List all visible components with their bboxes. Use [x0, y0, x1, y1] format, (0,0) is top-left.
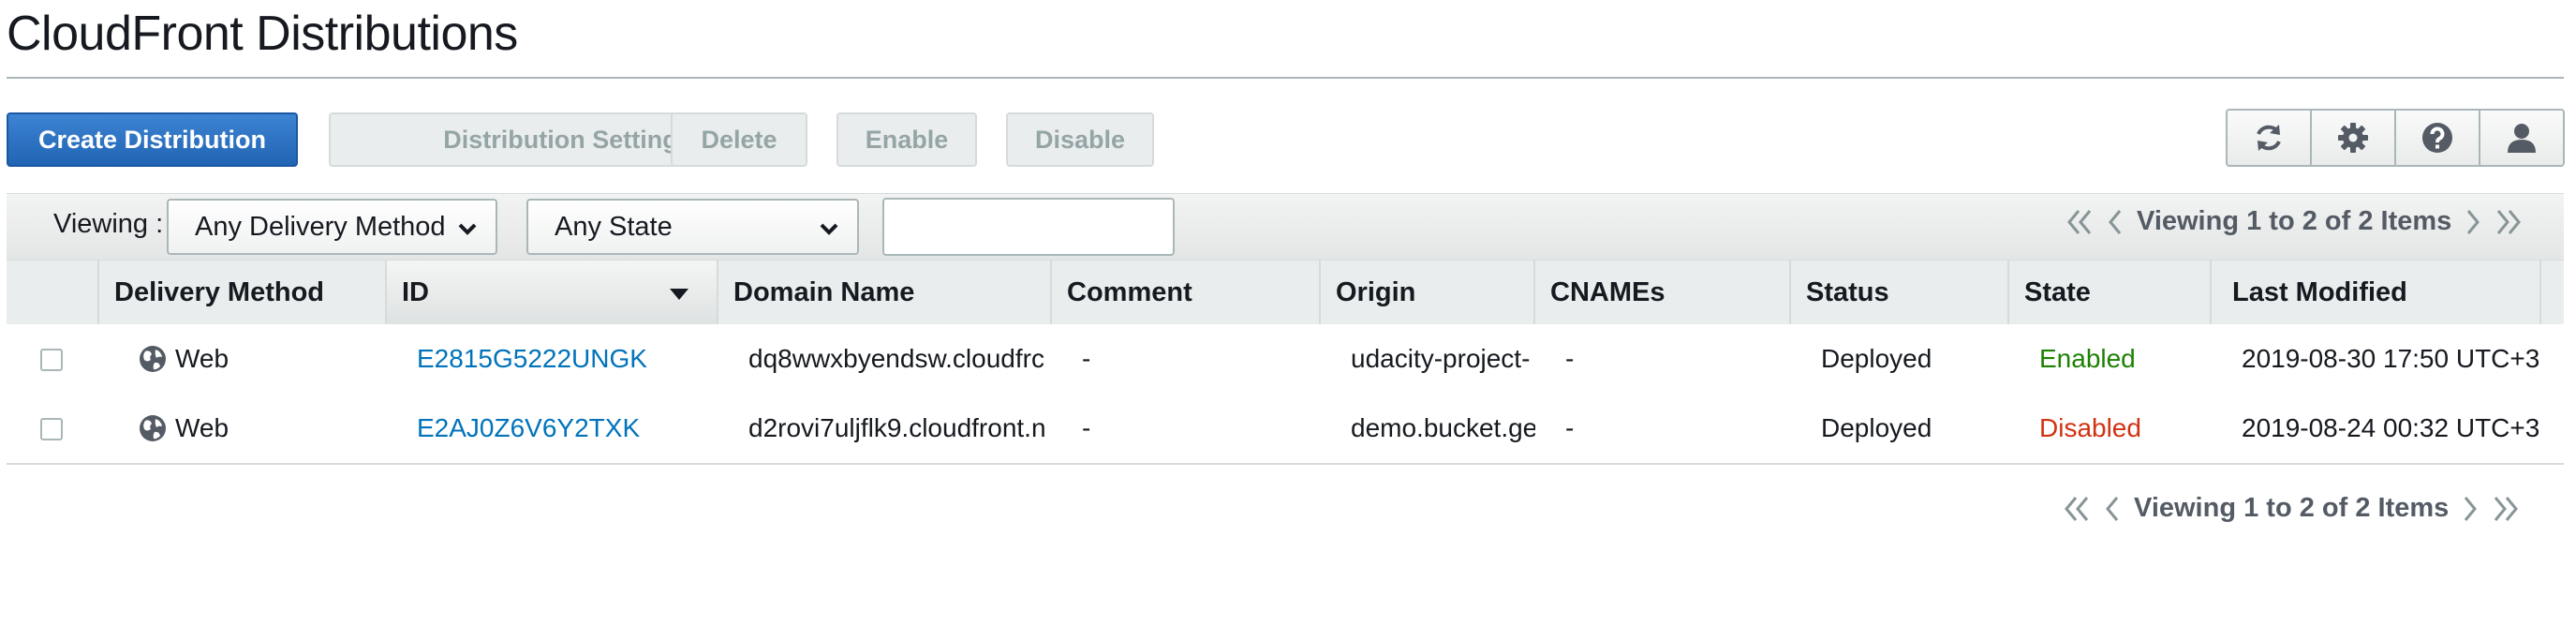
comment-cell: -: [1082, 344, 1091, 373]
state-cell: Enabled: [2039, 344, 2136, 373]
gear-icon: [2338, 123, 2368, 153]
filter-bar: Viewing : Any Delivery Method Any State …: [7, 193, 2564, 260]
search-input[interactable]: [882, 198, 1175, 256]
domain-name-cell: d2rovi7uljflk9.cloudfront.n: [748, 413, 1046, 442]
last-page-icon[interactable]: [2492, 494, 2520, 524]
sort-descending-icon: [670, 289, 688, 300]
prev-page-icon[interactable]: [2107, 207, 2124, 237]
refresh-icon: [2257, 125, 2281, 151]
delivery-method-select[interactable]: Any Delivery Method: [167, 199, 497, 255]
column-header-id-label: ID: [402, 276, 429, 307]
cnames-cell: -: [1565, 413, 1575, 442]
row-checkbox[interactable]: [40, 418, 63, 440]
column-header-cnames[interactable]: CNAMEs: [1535, 261, 1791, 324]
chevron-down-icon: [820, 223, 838, 235]
refresh-button[interactable]: [2228, 111, 2312, 165]
domain-name-cell: dq8wwxbyendsw.cloudfrc: [748, 344, 1044, 373]
help-icon: [2422, 123, 2452, 153]
column-header-id[interactable]: ID: [387, 261, 718, 324]
pagination-top: Viewing 1 to 2 of 2 Items: [2065, 206, 2523, 237]
pagination-bottom: Viewing 1 to 2 of 2 Items: [2063, 493, 2520, 524]
pagination-text: Viewing 1 to 2 of 2 Items: [2134, 493, 2450, 523]
pagination-text: Viewing 1 to 2 of 2 Items: [2137, 206, 2452, 236]
viewing-label: Viewing :: [53, 209, 164, 239]
first-page-icon[interactable]: [2063, 494, 2091, 524]
user-button[interactable]: [2480, 111, 2563, 165]
help-button[interactable]: [2396, 111, 2480, 165]
delivery-method-cell: Web: [123, 394, 385, 463]
column-header-domain-name[interactable]: Domain Name: [718, 261, 1052, 324]
id-cell: E2AJ0Z6V6Y2TXK: [402, 394, 718, 463]
column-header-delivery-method[interactable]: Delivery Method: [99, 261, 387, 324]
page-title: CloudFront Distributions: [7, 7, 518, 61]
row-checkbox[interactable]: [40, 349, 63, 371]
distribution-id-link[interactable]: E2815G5222UNGK: [417, 344, 647, 374]
state-select[interactable]: Any State: [526, 199, 859, 255]
last-page-icon[interactable]: [2495, 207, 2523, 237]
cnames-cell: -: [1565, 344, 1575, 373]
delete-button[interactable]: Delete: [671, 112, 807, 167]
globe-icon: [140, 415, 166, 441]
column-header-comment[interactable]: Comment: [1052, 261, 1321, 324]
title-divider: [7, 77, 2564, 79]
enable-button[interactable]: Enable: [836, 112, 977, 167]
table-row[interactable]: Web E2815G5222UNGK dq8wwxbyendsw.cloudfr…: [7, 324, 2564, 395]
toolbar-icon-group: [2226, 109, 2565, 167]
delivery-method-text: Web: [175, 344, 229, 373]
delivery-method-cell: Web: [123, 324, 385, 394]
create-distribution-button[interactable]: Create Distribution: [7, 112, 298, 167]
select-all-column: [7, 261, 99, 324]
status-cell: Deployed: [1821, 344, 1932, 373]
column-header-status[interactable]: Status: [1791, 261, 2009, 324]
comment-cell: -: [1082, 413, 1091, 442]
column-header-state[interactable]: State: [2009, 261, 2212, 324]
prev-page-icon[interactable]: [2104, 494, 2121, 524]
globe-icon: [140, 346, 166, 372]
delivery-method-text: Web: [175, 413, 229, 442]
origin-cell: udacity-project-: [1351, 344, 1531, 373]
status-cell: Deployed: [1821, 413, 1932, 442]
column-header-origin[interactable]: Origin: [1321, 261, 1535, 324]
distribution-id-link[interactable]: E2AJ0Z6V6Y2TXK: [417, 413, 640, 443]
origin-cell: demo.bucket.ge: [1351, 413, 1535, 442]
table-header: Delivery Method ID Domain Name Comment O…: [7, 260, 2564, 326]
column-header-last-modified[interactable]: Last Modified: [2212, 261, 2541, 324]
chevron-down-icon: [458, 223, 477, 235]
table-row[interactable]: Web E2AJ0Z6V6Y2TXK d2rovi7uljflk9.cloudf…: [7, 394, 2564, 465]
id-cell: E2815G5222UNGK: [402, 324, 718, 394]
last-modified-cell: 2019-08-24 00:32 UTC+3: [2242, 413, 2540, 442]
disable-button[interactable]: Disable: [1006, 112, 1154, 167]
next-page-icon[interactable]: [2462, 494, 2479, 524]
next-page-icon[interactable]: [2465, 207, 2481, 237]
user-icon: [2508, 124, 2536, 153]
cloudfront-distributions-page: CloudFront Distributions Create Distribu…: [0, 0, 2576, 641]
settings-button[interactable]: [2312, 111, 2396, 165]
last-modified-cell: 2019-08-30 17:50 UTC+3: [2242, 344, 2540, 373]
state-cell: Disabled: [2039, 413, 2141, 442]
state-value: Any State: [555, 211, 673, 242]
first-page-icon[interactable]: [2065, 207, 2094, 237]
delivery-method-value: Any Delivery Method: [195, 211, 446, 242]
